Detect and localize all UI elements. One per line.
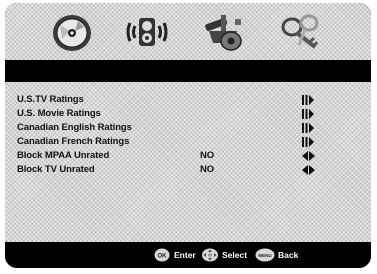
ok-button-icon: OK bbox=[154, 248, 170, 262]
menu-item-label: U.S.TV Ratings bbox=[17, 94, 84, 105]
menu-item-label: Canadian French Ratings bbox=[17, 136, 130, 147]
menu-frame: U.S.TV Ratings U.S. Movie Ratings Canadi… bbox=[5, 3, 371, 268]
svg-text:OK: OK bbox=[158, 254, 168, 260]
button-hint-bar: OK Enter Select MENU Back bbox=[5, 242, 371, 268]
tab-bar bbox=[5, 3, 371, 60]
menu-panel: U.S.TV Ratings U.S. Movie Ratings Canadi… bbox=[5, 82, 371, 242]
menu-item-label: Block TV Unrated bbox=[17, 164, 95, 175]
menu-item-block-mpaa-unrated[interactable]: Block MPAA Unrated NO bbox=[17, 150, 357, 162]
menu-item-us-movie-ratings[interactable]: U.S. Movie Ratings bbox=[17, 108, 357, 120]
back-label: Back bbox=[278, 250, 299, 260]
speaker-icon[interactable] bbox=[123, 9, 171, 55]
menu-item-label: U.S. Movie Ratings bbox=[17, 108, 101, 119]
enter-label: Enter bbox=[174, 250, 196, 260]
submenu-arrow-icon bbox=[302, 123, 314, 133]
menu-item-value: NO bbox=[200, 164, 215, 175]
menu-item-us-tv-ratings[interactable]: U.S.TV Ratings bbox=[17, 94, 357, 106]
menu-item-canadian-french-ratings[interactable]: Canadian French Ratings bbox=[17, 136, 357, 148]
left-right-arrows-icon bbox=[302, 151, 315, 161]
submenu-arrow-icon bbox=[302, 137, 314, 147]
submenu-arrow-icon bbox=[302, 95, 314, 105]
select-label: Select bbox=[222, 250, 248, 260]
key-icon[interactable] bbox=[277, 9, 325, 55]
menu-item-label: Canadian English Ratings bbox=[17, 122, 132, 133]
submenu-arrow-icon bbox=[302, 109, 314, 119]
svg-text:MENU: MENU bbox=[258, 253, 271, 258]
menu-button-icon: MENU bbox=[255, 248, 275, 262]
disc-icon[interactable] bbox=[48, 9, 96, 55]
settings-icon[interactable] bbox=[199, 9, 247, 55]
menu-item-label: Block MPAA Unrated bbox=[17, 150, 110, 161]
menu-item-canadian-english-ratings[interactable]: Canadian English Ratings bbox=[17, 122, 357, 134]
left-right-arrows-icon bbox=[302, 165, 315, 175]
menu-item-value: NO bbox=[200, 150, 215, 161]
title-band bbox=[5, 60, 371, 82]
dpad-icon bbox=[202, 248, 218, 262]
menu-item-block-tv-unrated[interactable]: Block TV Unrated NO bbox=[17, 164, 357, 176]
